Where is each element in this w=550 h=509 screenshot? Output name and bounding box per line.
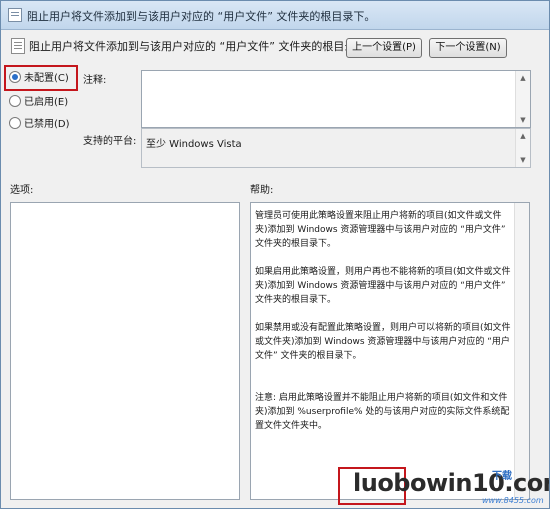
title-bar[interactable]: 阻止用户将文件添加到与该用户对应的 “用户文件” 文件夹的根目录下。 xyxy=(1,1,549,30)
help-paragraph: 注意: 启用此策略设置并不能阻止用户将新的项目(如文件和文件夹)添加到 %use… xyxy=(255,393,510,431)
help-paragraph: 管理员可使用此策略设置来阻止用户将新的项目(如文件或文件夹)添加到 Window… xyxy=(255,211,506,249)
radio-button-icon[interactable] xyxy=(9,94,21,107)
watermark-logo-text: luobowin10.com xyxy=(353,469,550,497)
options-panel xyxy=(10,202,240,500)
radio-label: 已启用(E) xyxy=(24,97,69,108)
help-panel: 管理员可使用此策略设置来阻止用户将新的项目(如文件或文件夹)添加到 Window… xyxy=(250,202,530,500)
help-label: 帮助: xyxy=(250,185,274,196)
radio-button-icon[interactable] xyxy=(9,116,21,129)
policy-name: 阻止用户将文件添加到与该用户对应的 “用户文件” 文件夹的根目录下。 xyxy=(29,40,378,53)
scroll-down-icon[interactable]: ▼ xyxy=(516,153,530,167)
radio-label: 已禁用(D) xyxy=(24,119,70,130)
platform-field: 至少 Windows Vista ▲ ▼ xyxy=(141,128,531,168)
scroll-up-icon[interactable]: ▲ xyxy=(516,71,530,85)
window-title: 阻止用户将文件添加到与该用户对应的 “用户文件” 文件夹的根目录下。 xyxy=(27,10,376,23)
help-scrollbar[interactable] xyxy=(514,203,529,499)
watermark-badge: 下载 xyxy=(492,471,512,482)
options-label: 选项: xyxy=(10,185,34,196)
radio-enabled[interactable]: 已启用(E) xyxy=(9,93,68,111)
comment-textarea[interactable]: ▲ ▼ xyxy=(141,70,531,128)
radio-not-configured[interactable]: 未配置(C) xyxy=(9,69,69,87)
platform-scrollbar[interactable]: ▲ ▼ xyxy=(515,129,530,167)
help-paragraph: 如果启用此策略设置，则用户再也不能将新的项目(如文件或文件夹)添加到 Windo… xyxy=(255,267,511,305)
policy-dialog: 阻止用户将文件添加到与该用户对应的 “用户文件” 文件夹的根目录下。 阻止用户将… xyxy=(0,0,550,509)
radio-label: 未配置(C) xyxy=(24,73,69,84)
policy-document-icon xyxy=(8,8,22,22)
comment-label: 注释: xyxy=(83,75,107,86)
comment-scrollbar[interactable]: ▲ ▼ xyxy=(515,71,530,127)
policy-setting-icon xyxy=(11,38,25,54)
previous-setting-button[interactable]: 上一个设置(P) xyxy=(346,38,422,58)
scroll-up-icon[interactable]: ▲ xyxy=(516,129,530,143)
help-paragraph: 如果禁用或没有配置此策略设置，则用户可以将新的项目(如文件或文件夹)添加到 Wi… xyxy=(255,323,511,361)
radio-button-icon[interactable] xyxy=(9,70,21,83)
watermark-url: www.8455.com xyxy=(482,496,544,505)
scroll-down-icon[interactable]: ▼ xyxy=(516,113,530,127)
next-setting-button[interactable]: 下一个设置(N) xyxy=(429,38,507,58)
radio-disabled[interactable]: 已禁用(D) xyxy=(9,115,70,133)
platform-label: 支持的平台: xyxy=(83,136,137,147)
platform-value: 至少 Windows Vista xyxy=(146,139,242,150)
